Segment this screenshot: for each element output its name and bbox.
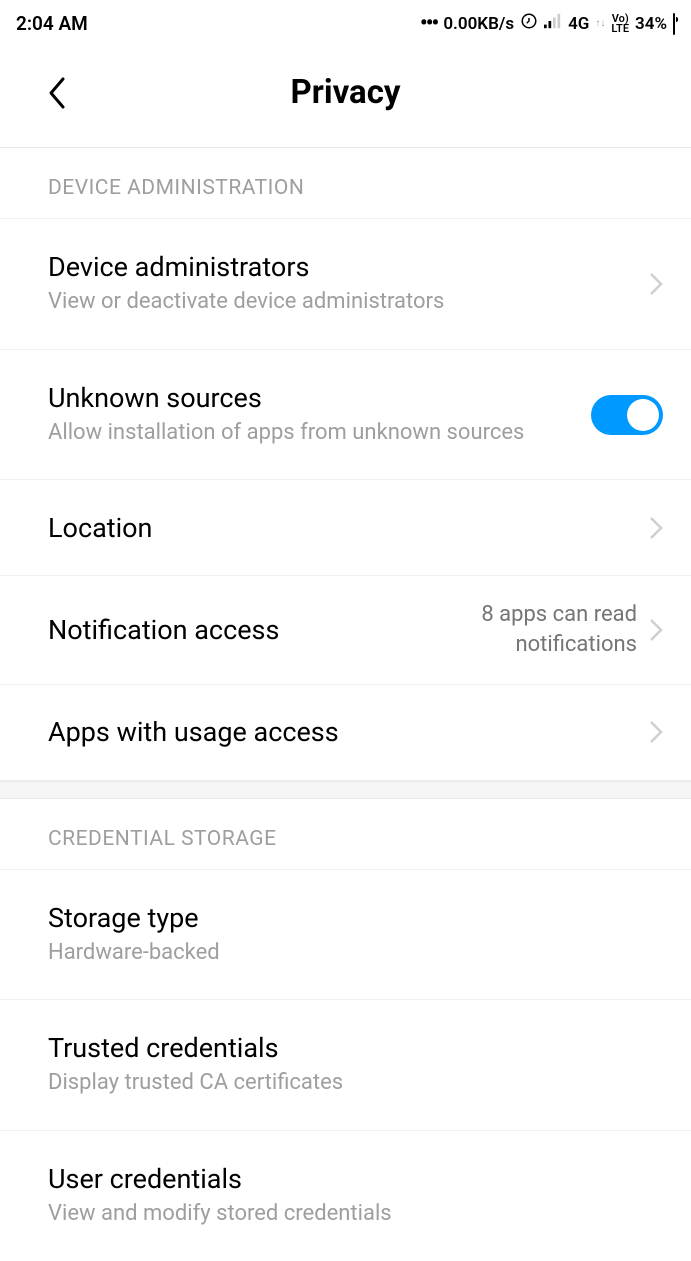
chevron-right-icon <box>649 516 663 540</box>
page-title: Privacy <box>20 73 671 112</box>
row-storage-type[interactable]: Storage type Hardware-backed <box>0 870 691 1001</box>
user-credentials-subtitle: View and modify stored credentials <box>48 1199 663 1229</box>
alarm-icon <box>520 12 538 35</box>
section-header-device-admin: DEVICE ADMINISTRATION <box>0 148 691 219</box>
apps-usage-title: Apps with usage access <box>48 716 645 748</box>
chevron-right-icon <box>649 720 663 744</box>
row-device-administrators[interactable]: Device administrators View or deactivate… <box>0 219 691 350</box>
signal-icon <box>544 13 562 34</box>
data-rate: 0.00KB/s <box>443 14 514 34</box>
unknown-sources-subtitle: Allow installation of apps from unknown … <box>48 418 591 448</box>
section-divider <box>0 781 691 799</box>
section-header-credential-storage: CREDENTIAL STORAGE <box>0 799 691 870</box>
status-bar: 2:04 AM ••• 0.00KB/s 4G ↑↓ Vo) LTE 34% <box>0 0 691 43</box>
notification-access-value: 8 apps can read notifications <box>417 600 637 659</box>
more-icon: ••• <box>420 19 437 29</box>
row-user-credentials[interactable]: User credentials View and modify stored … <box>0 1131 691 1261</box>
updown-icon: ↑↓ <box>595 18 605 29</box>
battery-percent: 34% <box>635 14 667 34</box>
device-administrators-title: Device administrators <box>48 251 645 283</box>
notification-access-title: Notification access <box>48 614 417 646</box>
row-notification-access[interactable]: Notification access 8 apps can read noti… <box>0 576 691 684</box>
volte-indicator: Vo) LTE <box>611 14 629 34</box>
trusted-credentials-title: Trusted credentials <box>48 1032 663 1064</box>
network-type: 4G <box>568 14 589 34</box>
status-time: 2:04 AM <box>16 12 88 35</box>
storage-type-subtitle: Hardware-backed <box>48 938 663 968</box>
chevron-left-icon <box>47 75 69 111</box>
trusted-credentials-subtitle: Display trusted CA certificates <box>48 1068 663 1098</box>
page-header: Privacy <box>0 43 691 148</box>
unknown-sources-title: Unknown sources <box>48 382 591 414</box>
chevron-right-icon <box>649 272 663 296</box>
chevron-right-icon <box>649 618 663 642</box>
row-apps-usage-access[interactable]: Apps with usage access <box>0 685 691 781</box>
toggle-knob <box>627 399 659 431</box>
battery-icon <box>673 14 675 34</box>
row-unknown-sources[interactable]: Unknown sources Allow installation of ap… <box>0 350 691 481</box>
unknown-sources-toggle[interactable] <box>591 395 663 435</box>
device-administrators-subtitle: View or deactivate device administrators <box>48 287 645 317</box>
user-credentials-title: User credentials <box>48 1163 663 1195</box>
back-button[interactable] <box>38 73 78 113</box>
status-indicators: ••• 0.00KB/s 4G ↑↓ Vo) LTE 34% <box>420 12 675 35</box>
row-trusted-credentials[interactable]: Trusted credentials Display trusted CA c… <box>0 1000 691 1131</box>
location-title: Location <box>48 512 645 544</box>
storage-type-title: Storage type <box>48 902 663 934</box>
row-location[interactable]: Location <box>0 480 691 576</box>
